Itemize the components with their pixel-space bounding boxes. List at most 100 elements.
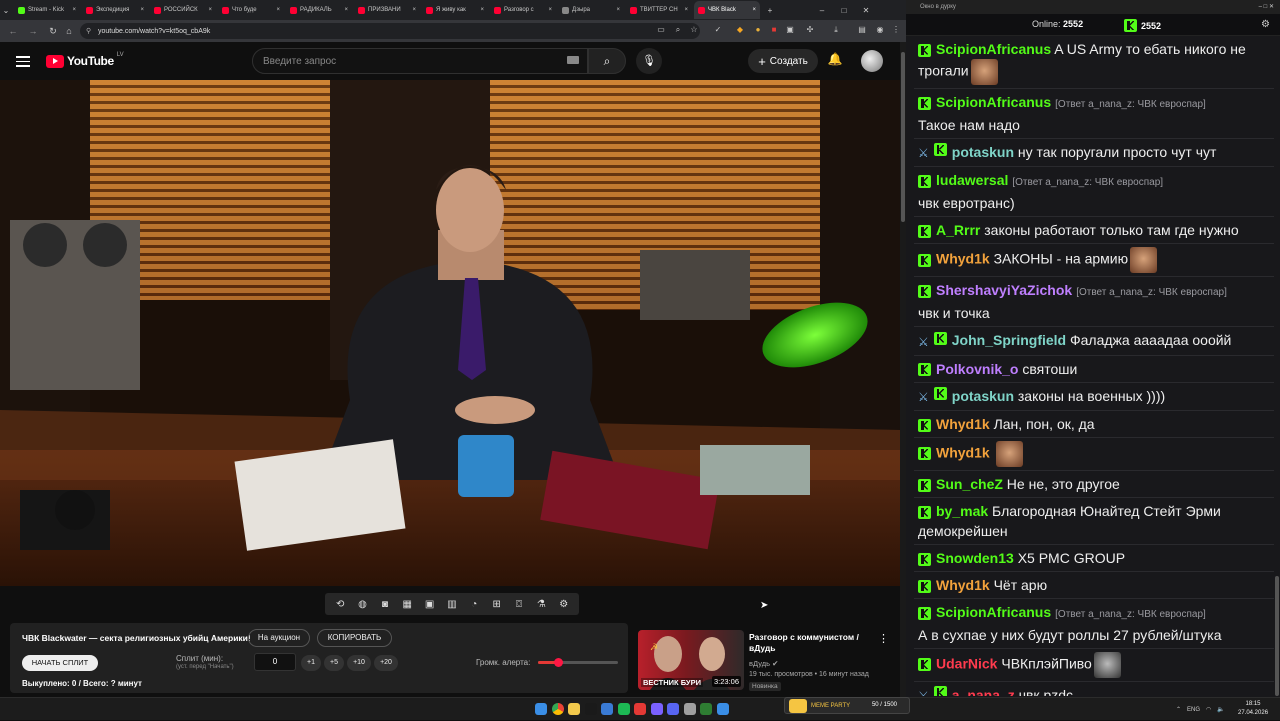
tray-chevron-icon[interactable]: ⌃ [1176, 706, 1181, 713]
chat-username[interactable]: ludawersal [936, 172, 1008, 188]
hamburger-menu-icon[interactable] [16, 54, 30, 68]
chat-username[interactable]: potaskun [952, 144, 1014, 160]
volume-icon[interactable]: 🔈 [1217, 706, 1224, 713]
spotify-icon[interactable] [617, 703, 630, 715]
voice-search-icon[interactable]: 🎙 [636, 48, 662, 74]
speed-icon[interactable]: ◔ [467, 599, 481, 610]
sidebar-icon[interactable]: ▤ [856, 24, 868, 36]
wifi-icon[interactable]: ◠ [1206, 706, 1211, 713]
tab-close-icon[interactable]: × [208, 7, 212, 13]
recommended-video[interactable]: ☭ ВЕСТНИК БУРИ 3:23:06 Разговор с коммун… [638, 630, 898, 694]
tab-list-icon[interactable]: ⌄ [0, 4, 12, 16]
chat-username[interactable]: potaskun [952, 388, 1014, 404]
browser-tab[interactable]: Разговор с × [490, 1, 556, 19]
pip-icon[interactable]: ▣ [423, 599, 437, 610]
chat-username[interactable]: ScipionAfricanus [936, 94, 1051, 110]
chat-scrollbar[interactable] [1274, 36, 1280, 697]
app-icon[interactable] [650, 703, 663, 715]
chat-username[interactable]: Snowden13 [936, 550, 1014, 566]
chat-username[interactable]: A_Rrrr [936, 222, 980, 238]
more-options-icon[interactable]: ⋮ [878, 632, 889, 645]
search-button[interactable]: ⌕ [588, 48, 626, 74]
search-icon[interactable] [551, 703, 564, 715]
chat-username[interactable]: by_mak [936, 503, 988, 519]
volume-knob[interactable] [554, 658, 563, 667]
video-player[interactable] [0, 80, 900, 586]
chat-username[interactable]: a_nana_z [952, 687, 1015, 696]
browser-tab[interactable]: Я живу как × [422, 1, 488, 19]
chat-username[interactable]: ShershavyiYaZichok [936, 282, 1072, 298]
language-indicator[interactable]: ENG [1187, 707, 1200, 713]
chat-username[interactable]: Whyd1k [936, 416, 990, 432]
menu-icon[interactable]: ⋮ [890, 24, 902, 36]
bookmark-star-icon[interactable]: ☆ [688, 24, 700, 36]
app-icon[interactable] [601, 703, 613, 715]
back-icon[interactable]: ← [6, 24, 20, 38]
audio-icon[interactable]: ◍ [356, 599, 370, 610]
discord-icon[interactable] [667, 703, 679, 715]
home-icon[interactable]: ⌂ [62, 24, 76, 38]
reply-reference[interactable]: [Ответ a_nana_z: ЧВК евроспар] [1055, 609, 1206, 620]
avatar[interactable] [861, 50, 883, 72]
auction-button[interactable]: На аукцион [248, 629, 310, 647]
app-icon[interactable] [700, 703, 712, 715]
extension-icon[interactable]: ● [752, 24, 764, 36]
chat-username[interactable]: Whyd1k [936, 251, 990, 267]
app-icon[interactable] [683, 703, 696, 715]
tab-close-icon[interactable]: × [752, 7, 756, 13]
tab-close-icon[interactable]: × [140, 7, 144, 13]
chat-username[interactable]: ScipionAfricanus [936, 604, 1051, 620]
tab-close-icon[interactable]: × [684, 7, 688, 13]
increment-20-button[interactable]: +20 [374, 655, 398, 671]
alert-volume-slider[interactable] [538, 658, 618, 667]
browser-tab[interactable]: ПРИЗВАНИ × [354, 1, 420, 19]
settings-gear-icon[interactable]: ⚙ [557, 599, 571, 610]
frames-icon[interactable]: ▥ [445, 599, 459, 610]
start-icon[interactable] [535, 703, 547, 715]
loop-icon[interactable]: ⟲ [333, 599, 347, 610]
notifications-bell-icon[interactable]: 🔔 [826, 52, 844, 70]
keyboard-icon[interactable] [567, 56, 579, 64]
chat-username[interactable]: Whyd1k [936, 445, 990, 461]
extension-icon[interactable]: ▣ [784, 24, 796, 36]
create-button[interactable]: + Создать [748, 49, 818, 73]
increment-10-button[interactable]: +10 [347, 655, 371, 671]
meme-party-widget[interactable]: MEME PARTY 50 / 1500 [784, 697, 910, 714]
increment-1-button[interactable]: +1 [301, 655, 321, 671]
recommended-title[interactable]: Разговор с коммунистом / вДудь [749, 632, 869, 654]
search-input[interactable]: Введите запрос [252, 48, 588, 74]
chat-username[interactable]: Whyd1k [936, 577, 990, 593]
new-tab-icon[interactable]: + [764, 4, 776, 16]
tab-close-icon[interactable]: × [276, 7, 280, 13]
chat-username[interactable]: Sun_cheZ [936, 476, 1003, 492]
tab-close-icon[interactable]: × [548, 7, 552, 13]
flask-icon[interactable]: ⚗ [534, 599, 548, 610]
browser-tab[interactable]: ТВИТТЕР СН × [626, 1, 692, 19]
clock[interactable]: 18:15 27.04.2026 [1238, 700, 1268, 718]
opera-icon[interactable] [634, 703, 646, 715]
url-field[interactable]: ⚲ youtube.com/watch?v=kt5oq_cbA9k [80, 23, 700, 39]
chat-username[interactable]: UdarNick [936, 656, 997, 672]
chat-username[interactable]: ScipionAfricanus [936, 41, 1051, 57]
reply-reference[interactable]: [Ответ a_nana_z: ЧВК евроспар] [1076, 287, 1227, 298]
browser-tab[interactable]: Экспедиция × [82, 1, 148, 19]
browser-tab[interactable]: Stream - Kick × [14, 1, 80, 19]
tab-close-icon[interactable]: × [480, 7, 484, 13]
steam-icon[interactable] [584, 703, 597, 715]
start-split-button[interactable]: НАЧАТЬ СПЛИТ [22, 655, 98, 671]
extension-icon[interactable]: ◆ [734, 24, 746, 36]
download-icon[interactable]: ⤓ [830, 24, 842, 36]
browser-tab[interactable]: Дзыра × [558, 1, 624, 19]
browser-tab[interactable]: ЧВК Black × [694, 1, 760, 19]
telegram-icon[interactable] [716, 703, 729, 715]
site-info-icon[interactable]: ⚲ [86, 27, 91, 35]
copy-button[interactable]: КОПИРОВАТЬ [317, 629, 392, 647]
profile-icon[interactable]: ◉ [874, 24, 886, 36]
increment-5-button[interactable]: +5 [324, 655, 344, 671]
recommended-channel[interactable]: вДудь ✔ [749, 659, 778, 668]
browser-tab[interactable]: РАДИКАЛЬ × [286, 1, 352, 19]
minimize-icon[interactable]: – [816, 4, 828, 16]
extension-icon[interactable]: ■ [768, 24, 780, 36]
youtube-logo[interactable]: YouTube LV [46, 52, 124, 68]
reply-reference[interactable]: [Ответ a_nana_z: ЧВК евроспар] [1055, 99, 1206, 110]
